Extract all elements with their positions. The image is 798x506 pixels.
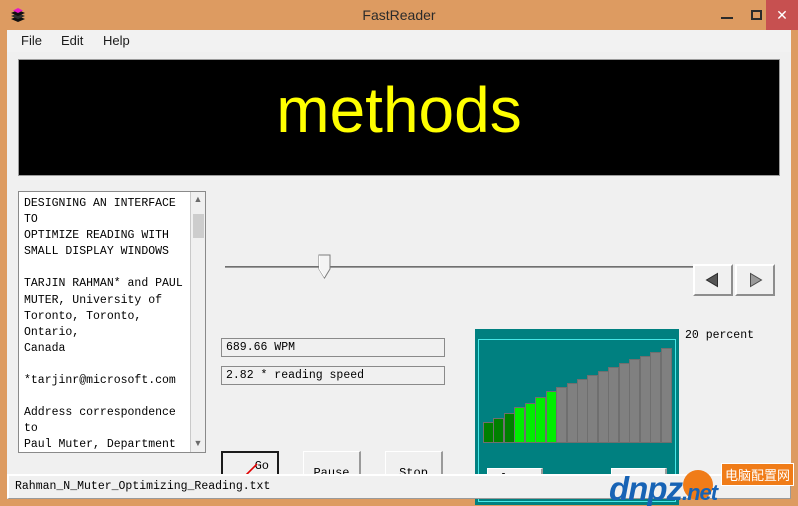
menu-item-file[interactable]: File	[14, 30, 49, 52]
speed-level-bar[interactable]	[608, 367, 619, 443]
title-bar: FastReader ✕	[0, 0, 798, 30]
speed-level-bar[interactable]	[556, 387, 567, 443]
minimize-button[interactable]	[710, 0, 744, 30]
close-button[interactable]: ✕	[766, 0, 798, 30]
chevron-down-icon[interactable]: ▼	[191, 436, 205, 450]
speed-level-bar-chart[interactable]	[483, 347, 672, 443]
speed-level-bar[interactable]	[650, 352, 661, 443]
triangle-right-icon	[750, 272, 763, 288]
ratio-readout: 2.82 * reading speed	[221, 366, 445, 385]
close-icon: ✕	[776, 7, 788, 23]
menu-bar: File Edit Help	[7, 30, 791, 52]
go-button-label: Go	[254, 459, 269, 473]
window-frame: FastReader ✕ File Edit Help methods DESI…	[0, 0, 798, 506]
word-display-panel: methods	[18, 59, 780, 176]
previous-button[interactable]	[693, 264, 733, 296]
menu-item-edit[interactable]: Edit	[54, 30, 90, 52]
scrollbar-thumb[interactable]	[193, 214, 204, 238]
client-area: methods DESIGNING AN INTERFACE TO OPTIMI…	[7, 52, 791, 505]
percent-label: 20 percent	[685, 329, 755, 342]
progress-slider-thumb[interactable]	[318, 254, 331, 280]
fastreader-window: FastReader ✕ File Edit Help methods DESI…	[0, 0, 798, 506]
triangle-left-icon	[705, 272, 718, 288]
speed-level-bar[interactable]	[629, 359, 640, 443]
document-text: DESIGNING AN INTERFACE TO OPTIMIZE READI…	[24, 197, 183, 452]
window-title: FastReader	[362, 7, 436, 23]
next-button[interactable]	[735, 264, 775, 296]
minimize-icon	[721, 17, 733, 19]
status-bar: Rahman_N_Muter_Optimizing_Reading.txt	[7, 474, 791, 499]
progress-slider-track[interactable]	[225, 266, 695, 268]
speed-level-bar[interactable]	[493, 418, 504, 443]
chevron-up-icon[interactable]: ▲	[191, 192, 205, 206]
speed-level-bar[interactable]	[514, 407, 525, 443]
status-filename: Rahman_N_Muter_Optimizing_Reading.txt	[15, 480, 271, 493]
document-scrollbar[interactable]: ▲ ▼	[190, 192, 205, 452]
maximize-icon	[751, 10, 762, 20]
current-word: methods	[276, 74, 522, 146]
speed-level-bar[interactable]	[661, 348, 672, 443]
menu-item-help[interactable]: Help	[96, 30, 137, 52]
speed-level-bar[interactable]	[587, 375, 598, 443]
speed-level-bar[interactable]	[535, 397, 546, 443]
wpm-readout: 689.66 WPM	[221, 338, 445, 357]
document-text-panel[interactable]: DESIGNING AN INTERFACE TO OPTIMIZE READI…	[18, 191, 206, 453]
